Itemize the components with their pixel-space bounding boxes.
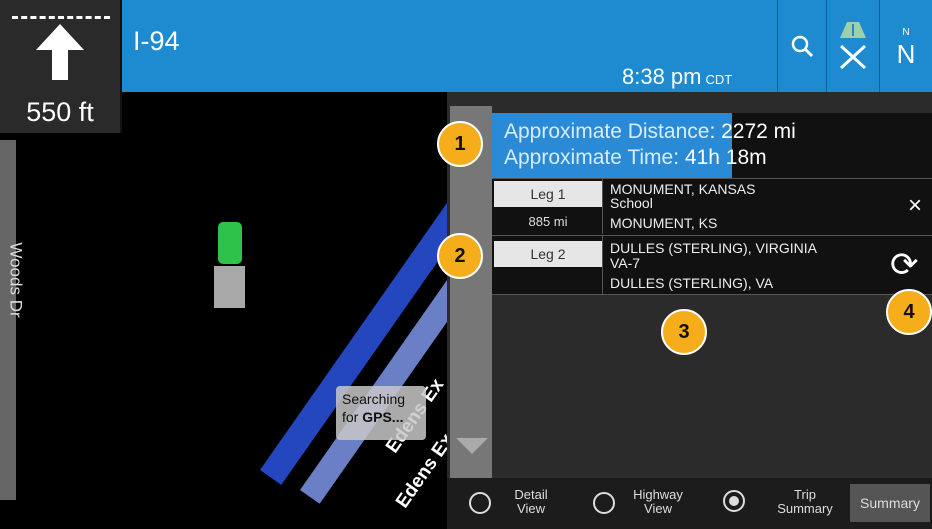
timezone-label: CDT <box>705 72 733 87</box>
leg-2-line2: VA-7 <box>610 255 641 271</box>
leg-1-line3: MONUMENT, KS <box>610 215 718 231</box>
side-street <box>0 140 16 500</box>
current-time: 8:38 pm CDT <box>622 64 732 90</box>
truck-cab-icon <box>218 222 242 264</box>
option-line1: Detail <box>514 487 548 502</box>
remove-leg-close-icon[interactable]: × <box>908 192 922 220</box>
approx-distance: Approximate Distance: 2272 mi <box>504 120 796 144</box>
next-turn-panel: 550 ft <box>0 0 122 133</box>
cancel-route-button[interactable] <box>827 0 879 92</box>
leg-2-line1: DULLES (STERLING), VIRGINIA <box>610 240 817 256</box>
leg-2-line3: DULLES (STERLING), VA <box>610 275 774 291</box>
search-button[interactable] <box>778 0 826 92</box>
callout-badge: 4 <box>886 289 932 335</box>
callout-badge: 2 <box>437 233 483 279</box>
distance-to-turn: 550 ft <box>26 97 94 127</box>
compass-button[interactable]: N N <box>880 0 932 92</box>
time-value: 8:38 pm <box>622 64 702 89</box>
straight-arrow-icon <box>36 24 84 80</box>
gps-status-line1: Searching <box>342 391 406 407</box>
gps-status-prefix: for <box>342 409 363 425</box>
compass-icon: N <box>896 39 916 69</box>
radio-selected-dot <box>729 496 739 506</box>
option-line1: Trip <box>794 487 816 502</box>
gps-status-tooltip: Searching for GPS... <box>336 386 426 440</box>
current-road-name: I-94 <box>133 26 180 56</box>
scroll-down-icon[interactable] <box>456 438 488 454</box>
approx-time: Approximate Time: 41h 18m <box>504 146 767 170</box>
leg-1-button[interactable]: Leg 1 <box>494 181 602 207</box>
refresh-icon[interactable]: ⟳ <box>890 248 919 282</box>
leg-divider <box>602 178 603 234</box>
leg-1-distance: 885 mi <box>528 214 568 229</box>
detail-view-radio[interactable] <box>469 492 491 514</box>
callout-badge: 1 <box>437 121 483 167</box>
trip-summary-radio[interactable] <box>723 490 745 512</box>
approx-distance-label: Approximate Distance <box>504 120 710 143</box>
truck-trailer-icon <box>214 266 245 308</box>
option-line2: Summary <box>777 501 833 516</box>
approx-time-label: Approximate Time <box>504 146 674 169</box>
leg-divider <box>602 236 603 294</box>
callout-badge: 3 <box>661 309 707 355</box>
leg-1-line2: School <box>610 195 653 211</box>
gps-status-bold: GPS... <box>362 409 404 425</box>
lane-divider-line <box>12 16 110 19</box>
gps-status-line2: for GPS... <box>342 408 420 426</box>
leg-1-line1: MONUMENT, KANSAS <box>610 181 756 197</box>
search-icon <box>791 35 814 58</box>
approx-distance-value: : 2272 mi <box>709 120 796 143</box>
approx-time-value: : 41h 18m <box>673 146 767 169</box>
detail-view-label[interactable]: Detail View <box>508 488 554 516</box>
cancel-route-icon <box>839 22 867 70</box>
side-street-label: Woods Dr <box>6 242 26 318</box>
leg-2-button[interactable]: Leg 2 <box>494 241 602 267</box>
option-line1: Highway <box>633 487 683 502</box>
summary-button[interactable]: Summary <box>850 484 930 522</box>
option-line2: View <box>644 501 672 516</box>
compass-small-label: N <box>902 27 910 38</box>
highway-view-radio[interactable] <box>593 492 615 514</box>
option-line2: View <box>517 501 545 516</box>
highway-view-label[interactable]: Highway View <box>628 488 688 516</box>
trip-summary-label[interactable]: Trip Summary <box>766 488 844 516</box>
